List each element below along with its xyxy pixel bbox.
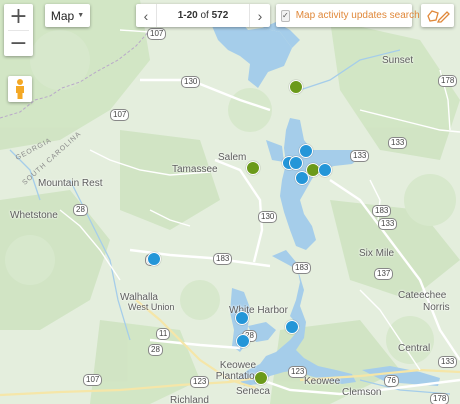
route-shield: 107 <box>147 28 167 40</box>
route-shield: 123 <box>288 366 308 378</box>
city-label: Tamassee <box>172 164 218 175</box>
map-marker[interactable] <box>147 252 161 266</box>
map-marker[interactable] <box>254 371 268 385</box>
city-label: Whetstone <box>10 210 58 221</box>
route-shield: 107 <box>110 109 130 121</box>
map-type-dropdown[interactable]: Map ▼ <box>45 4 90 27</box>
city-label: Keowee <box>304 376 341 387</box>
route-shield: 133 <box>388 137 408 149</box>
map-marker[interactable] <box>289 156 303 170</box>
map-marker[interactable] <box>289 80 303 94</box>
map-canvas[interactable]: GEORGIA SOUTH CAROLINA Sunset Salem Tama… <box>0 0 460 404</box>
map-type-label: Map <box>50 8 75 23</box>
street-view-pegman-button[interactable] <box>8 76 32 102</box>
draw-pencil-icon <box>426 9 450 23</box>
route-shield: 28 <box>148 344 163 356</box>
map-marker[interactable] <box>235 311 249 325</box>
city-label: Cateechee <box>398 290 447 301</box>
city-label: Clemson <box>342 387 382 398</box>
route-shield: 107 <box>83 374 103 386</box>
zoom-out-button[interactable]: − <box>4 31 33 57</box>
city-label: West Union <box>128 302 175 312</box>
map-marker[interactable] <box>318 163 332 177</box>
map-marker[interactable] <box>285 320 299 334</box>
caret-down-icon: ▼ <box>77 12 85 19</box>
map-activity-search-toggle[interactable]: ✓ Map activity updates search <box>276 4 420 27</box>
route-shield: 28 <box>73 204 88 216</box>
map-marker[interactable] <box>299 144 313 158</box>
city-label: Mountain Rest <box>38 178 103 189</box>
results-total: 572 <box>211 10 229 21</box>
city-label: Seneca <box>236 386 270 397</box>
chevron-right-icon[interactable]: › <box>250 4 270 27</box>
checkbox-checked-icon[interactable]: ✓ <box>281 9 290 22</box>
map-activity-search-label: Map activity updates search <box>295 10 420 21</box>
map-marker[interactable] <box>246 161 260 175</box>
city-label: Norris <box>423 302 450 313</box>
route-shield: 137 <box>374 268 394 280</box>
zoom-in-button[interactable]: + <box>4 4 33 30</box>
pegman-icon <box>16 79 24 99</box>
route-shield: 123 <box>190 376 210 388</box>
route-shield: 178 <box>430 393 450 404</box>
route-shield: 76 <box>384 375 399 387</box>
city-label: Richland <box>170 395 209 404</box>
route-shield: 133 <box>438 356 458 368</box>
route-shield: 178 <box>438 75 458 87</box>
route-shield: 183 <box>213 253 233 265</box>
results-range: 1-20 of 572 <box>156 4 250 27</box>
city-label: Six Mile <box>359 248 395 259</box>
route-shield: 133 <box>350 150 370 162</box>
results-pager: ‹ 1-20 of 572 › <box>136 4 270 27</box>
route-shield: 130 <box>181 76 201 88</box>
city-label: Sunset <box>382 55 414 66</box>
chevron-left-icon[interactable]: ‹ <box>136 4 156 27</box>
draw-area-button[interactable] <box>421 4 454 27</box>
route-shield: 11 <box>156 328 171 340</box>
city-label: Central <box>398 343 431 354</box>
results-of-word: of <box>200 10 209 21</box>
city-label: Salem <box>218 152 247 163</box>
results-range-value: 1-20 <box>177 10 198 21</box>
route-shield: 133 <box>378 218 398 230</box>
zoom-control: + − <box>4 4 33 56</box>
route-shield: 183 <box>292 262 312 274</box>
map-marker[interactable] <box>295 171 309 185</box>
route-shield: 183 <box>372 205 392 217</box>
route-shield: 130 <box>258 211 278 223</box>
map-marker[interactable] <box>236 334 250 348</box>
